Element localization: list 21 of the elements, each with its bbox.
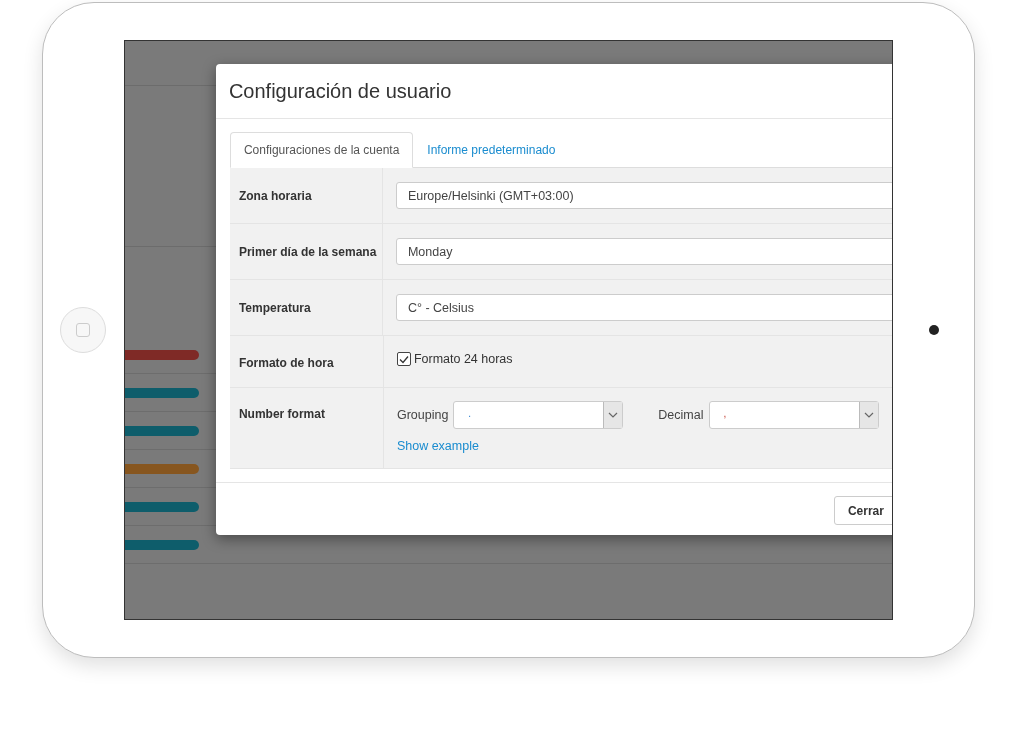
caret-icon — [863, 412, 874, 418]
field-label: Decimal — [658, 408, 704, 422]
field-label: Zona horaria — [229, 168, 383, 223]
tab[interactable]: Informe predeterminado — [413, 132, 570, 167]
field-label: Number format — [229, 388, 384, 468]
dialog-title: Configuración de usuario — [228, 79, 452, 103]
select-field[interactable]: C° - Celsius — [395, 294, 893, 321]
select-field[interactable]: Monday — [395, 238, 893, 265]
caret-icon — [608, 412, 619, 418]
camera-icon — [928, 325, 939, 335]
tab[interactable]: Configuraciones de la cuenta — [229, 132, 414, 168]
field-label: Temperatura — [229, 280, 383, 335]
field-label: Formato de hora — [229, 336, 384, 387]
select-field[interactable]: Europe/Helsinki (GMT+03:00) — [395, 182, 893, 209]
field-label: Primer día de la semana — [229, 224, 383, 279]
checkbox-label: Formato 24 horas — [413, 352, 513, 366]
dropdown[interactable]: , — [708, 401, 879, 429]
close-button[interactable]: Cerrar — [833, 496, 893, 525]
checkbox[interactable] — [396, 352, 411, 366]
dropdown[interactable]: . — [453, 401, 624, 429]
field-label: Grouping — [396, 408, 449, 422]
